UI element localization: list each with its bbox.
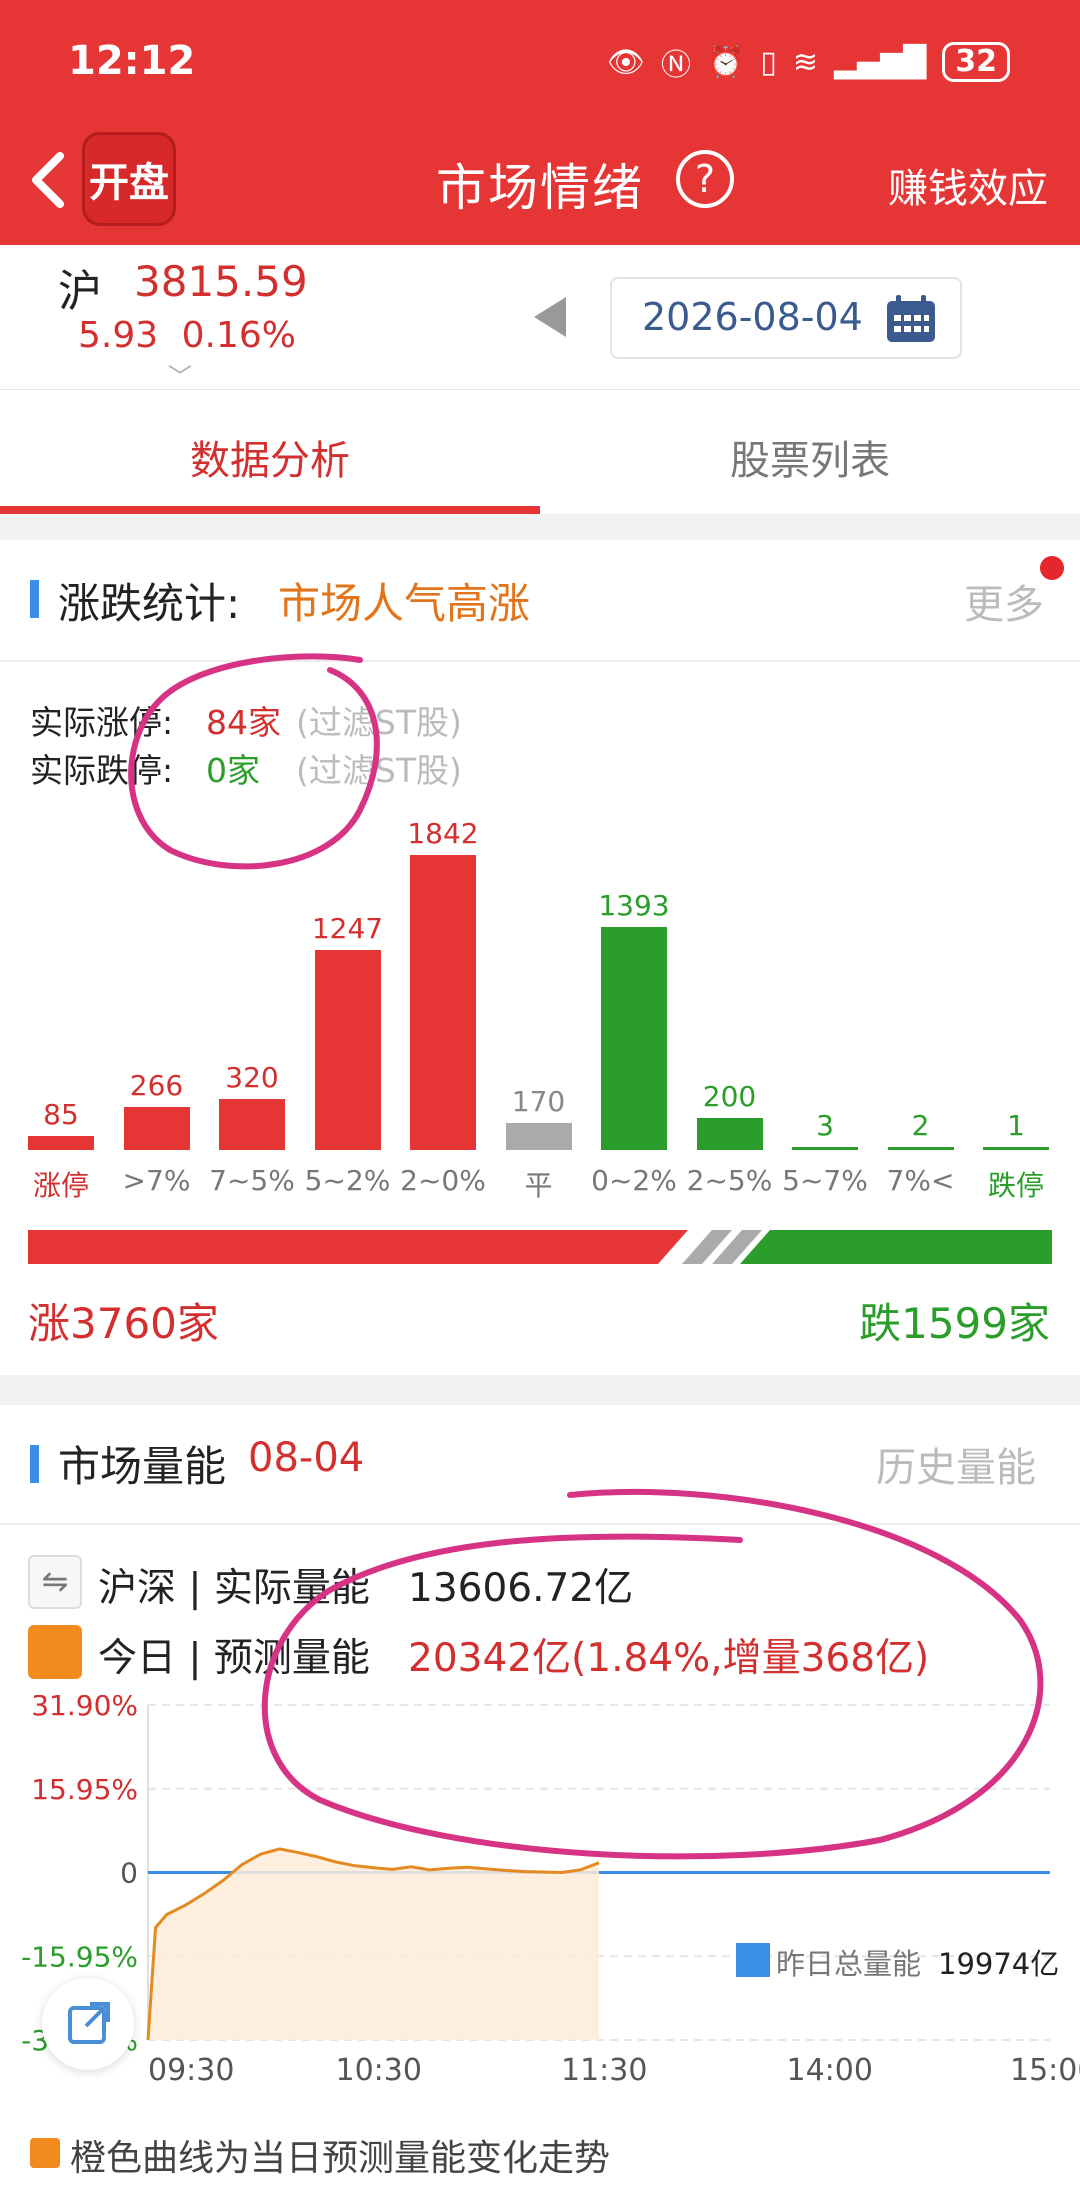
bar-value-label: 170 [511,1084,566,1118]
rise-fall-card: 涨跌统计: 市场人气高涨 更多 实际涨停: 84家 (过滤ST股) 实际跌停: … [0,540,1080,1375]
bar-category-label: 平 [524,1169,553,1202]
bar-category-label: 跌停 [987,1169,1044,1202]
bar-value-label: 85 [43,1098,79,1132]
bar-value-label: 1842 [407,817,479,850]
bar-1 [123,1107,190,1150]
bar-value-label: 1247 [311,912,384,946]
market-volume-card: 市场量能 08-04 历史量能 ⇋ 沪深 | 实际量能 13606.72亿 今日… [0,1405,1080,2189]
bar-value-label: 320 [225,1060,279,1094]
bar-0 [28,1136,94,1150]
swap-icon: ⇋ [28,1555,82,1609]
help-icon[interactable]: ? [676,150,734,208]
bar-category-label: >7% [122,1164,191,1197]
nfc-icon: Ⓝ [660,48,691,83]
baseline-value: 19974亿 [938,1947,1060,1981]
index-value: 3815.59 [134,257,308,306]
bar-category-label: 5~7% [782,1164,868,1197]
y-tick-label: 15.95% [31,1773,138,1806]
bar-category-label: 7%< [886,1164,955,1197]
index-change: 5.93 0.16% [78,315,296,356]
baseline-legend-swatch [736,1943,770,1977]
bar-6 [601,926,667,1150]
date-picker[interactable]: 2026-08-04 [610,277,962,359]
chart-footnote: 橙色曲线为当日预测量能变化走势 [70,2138,611,2179]
tab-stock-list[interactable]: 股票列表 [540,428,1080,486]
bar-value-label: 266 [129,1069,184,1103]
volume-date: 08-04 [248,1435,365,1481]
bar-2 [219,1098,285,1150]
bar-value-label: 1393 [598,888,670,922]
bar-3 [314,950,381,1150]
date-value: 2026-08-04 [642,295,863,339]
forecast-volume-label: 今日 | 预测量能 [98,1636,370,1681]
status-time: 12:12 [68,38,196,84]
share-floating-button[interactable] [42,1978,134,2070]
fall-total: 跌1599家 [859,1299,1050,1348]
vibrate-icon: ▯ [760,44,777,80]
bar-value-label: 2 [911,1109,930,1142]
alarm-icon: ⏰ [706,44,745,80]
volume-title: 市场量能 [58,1442,227,1491]
divider [0,1523,1080,1525]
volume-line-chart: 31.90%15.95%0-15.95%-31.90%09:3010:3011:… [21,1695,1080,2088]
status-icons: 👁 Ⓝ ⏰ ▯ ≋ ▂▄▆█ 32 [607,40,1010,84]
rise-ratio-bar [28,1230,688,1264]
section-marker [30,1445,39,1483]
app-bar: 12:12 👁 Ⓝ ⏰ ▯ ≋ ▂▄▆█ 32 开盘 市场情绪 ? 赚钱效应 [0,0,1080,245]
index-name: 沪 [58,266,102,317]
x-tick-label: 10:30 [336,2053,422,2088]
battery-icon: 32 [942,42,1010,82]
chevron-down-icon[interactable]: ﹀ [168,357,192,392]
bar-10 [983,1147,1049,1150]
signal-icon: ▂▄▆█ [833,44,927,80]
eye-icon: 👁 [606,44,645,80]
index-change-points: 5.93 [78,315,159,356]
actual-volume-value: 13606.72亿 [408,1566,634,1611]
bar-category-label: 2~5% [686,1164,773,1197]
tab-data-analysis[interactable]: 数据分析 [0,428,540,486]
bar-category-label: 7~5% [209,1164,295,1197]
bar-4 [410,855,476,1150]
bar-5 [505,1122,572,1150]
screen: 12:12 👁 Ⓝ ⏰ ▯ ≋ ▂▄▆█ 32 开盘 市场情绪 ? 赚钱效应 沪… [0,0,1080,2189]
rise-total: 涨3760家 [28,1299,219,1348]
forecast-legend-swatch [28,1625,82,1679]
bar-9 [887,1147,954,1150]
x-tick-label: 11:30 [561,2053,647,2088]
forecast-volume-value: 20342亿(1.84%,增量368亿) [408,1636,930,1681]
y-tick-label: 0 [120,1857,138,1890]
history-volume-link[interactable]: 历史量能 [876,1435,1036,1493]
bar-8 [792,1147,858,1150]
bar-category-label: 2~0% [400,1164,486,1197]
fall-ratio-bar [740,1230,1052,1264]
tab-bar: 数据分析 股票列表 [0,390,1080,514]
prev-date-arrow-icon[interactable] [534,297,566,337]
bar-category-label: 0~2% [591,1164,677,1197]
y-tick-label: 31.90% [31,1695,138,1722]
x-tick-label: 14:00 [787,2053,873,2088]
share-icon [68,2002,110,2044]
active-tab-indicator [0,506,540,514]
x-tick-label: 09:30 [148,2053,234,2088]
bar-value-label: 200 [702,1079,757,1113]
bar-category-label: 5~2% [304,1164,391,1197]
actual-volume-label: 沪深 | 实际量能 [98,1566,370,1611]
bar-category-label: 涨停 [32,1169,89,1202]
index-bar: 沪 3815.59 5.93 0.16% ﹀ 2026-08-04 [0,245,1080,392]
x-tick-label: 15:00 [1010,2053,1080,2088]
baseline-label: 昨日总量能 [776,1947,922,1981]
rise-fall-bar-chart: 85 涨停 266 >7% 320 7~5% 1247 5~2% 1842 2~0% 170 平 139… [0,540,1080,1220]
footnote-swatch [30,2138,60,2168]
calendar-icon [887,295,935,342]
forecast-area [148,1848,599,2040]
wifi-icon: ≋ [792,44,818,80]
y-tick-label: -15.95% [21,1940,138,1973]
bar-7 [696,1117,763,1150]
bar-value-label: 1 [1007,1109,1025,1142]
bar-value-label: 3 [816,1109,834,1142]
index-change-pct: 0.16% [181,315,296,356]
profit-effect-link[interactable]: 赚钱效应 [888,156,1048,214]
